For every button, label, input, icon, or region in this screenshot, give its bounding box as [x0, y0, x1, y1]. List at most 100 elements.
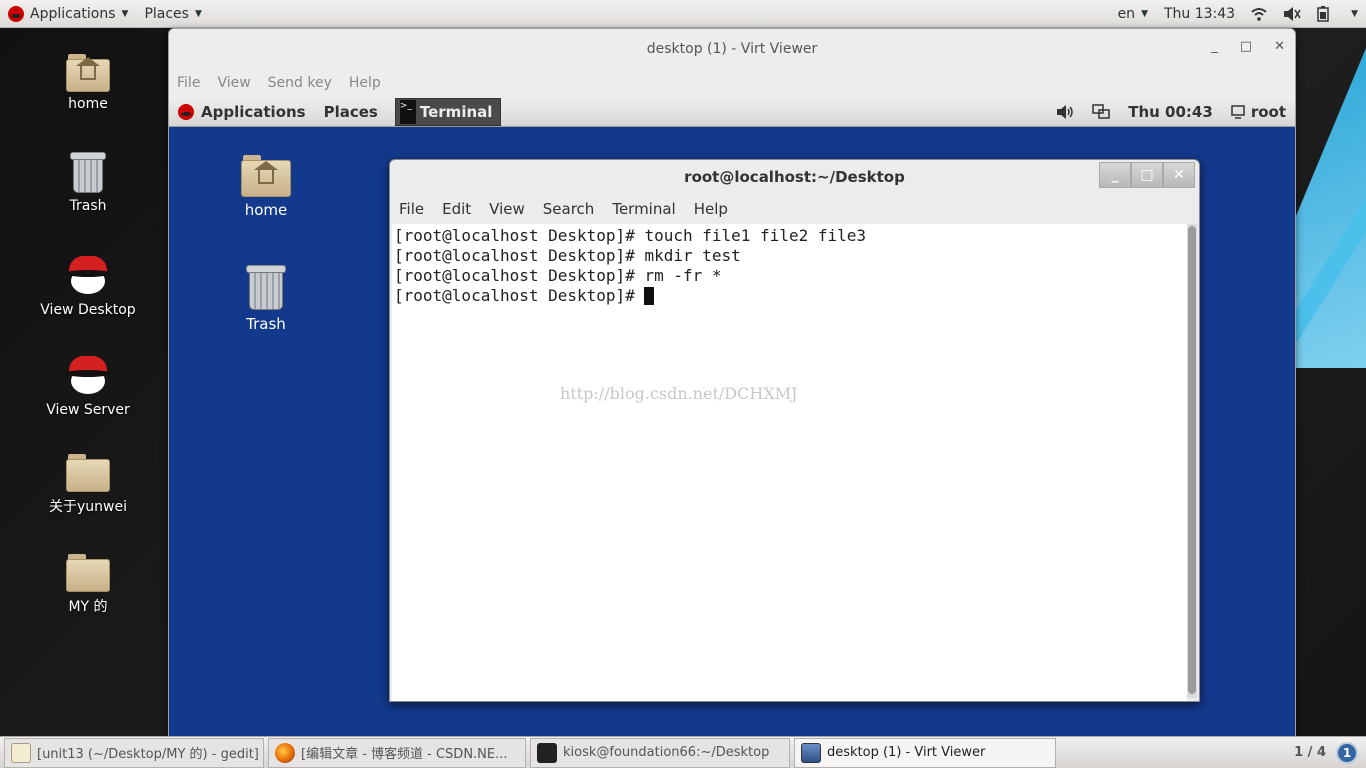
menu-edit[interactable]: Edit: [442, 200, 471, 218]
guest-user-label: root: [1250, 102, 1286, 121]
workspace-switcher[interactable]: 1 / 4 1: [1294, 741, 1358, 764]
chevron-down-icon: ▼: [194, 8, 202, 19]
window-title: desktop (1) - Virt Viewer: [646, 41, 818, 57]
terminal-title: root@localhost:~/Desktop: [684, 168, 905, 186]
workspace-label: 1 / 4: [1294, 745, 1326, 760]
language-indicator[interactable]: en ▼: [1110, 0, 1156, 28]
system-menu[interactable]: ▼: [1337, 0, 1366, 28]
icon-label: View Server: [46, 402, 130, 418]
text-editor-icon: [11, 742, 31, 763]
menu-file[interactable]: File: [399, 200, 424, 218]
close-icon[interactable]: ✕: [1274, 39, 1285, 54]
minimize-icon[interactable]: _: [1211, 39, 1218, 54]
terminal-titlebar[interactable]: root@localhost:~/Desktop _ □ ✕: [390, 160, 1199, 194]
redhat-shadowman-icon: [65, 252, 111, 298]
guest-network-icon[interactable]: [1083, 97, 1119, 127]
task-firefox[interactable]: [编辑文章 - 博客频道 - CSDN.NE...: [268, 737, 526, 768]
task-label: kiosk@foundation66:~/Desktop: [563, 745, 770, 760]
home-folder-icon: [66, 52, 110, 92]
firefox-icon: [275, 742, 295, 763]
watermark: http://blog.csdn.net/DCHXMJ: [560, 384, 798, 403]
close-icon[interactable]: ✕: [1163, 162, 1195, 188]
guest-desktop-icon-trash[interactable]: Trash: [211, 263, 321, 333]
task-label: [unit13 (~/Desktop/MY 的) - gedit]: [37, 747, 259, 762]
guest-user-menu[interactable]: root: [1222, 97, 1295, 127]
guest-screen[interactable]: Applications Places >_ Terminal Thu 00:4…: [169, 97, 1295, 737]
guest-clock-label: Thu 00:43: [1128, 102, 1213, 121]
trash-icon: [246, 263, 286, 311]
trash-icon: [70, 150, 106, 194]
guest-terminal-task[interactable]: >_ Terminal: [394, 97, 502, 126]
host-desktop-icon-view-desktop[interactable]: View Desktop: [28, 252, 148, 318]
host-top-panel: Applications ▼ Places ▼ en ▼ Thu 13:43 ▼: [0, 0, 1366, 28]
task-terminal[interactable]: kiosk@foundation66:~/Desktop: [530, 737, 790, 768]
guest-desktop-icon-home[interactable]: home: [211, 153, 321, 219]
host-clock[interactable]: Thu 13:43: [1156, 0, 1243, 28]
task-label: desktop (1) - Virt Viewer: [827, 745, 986, 760]
terminal-prompt: [root@localhost Desktop]#: [394, 286, 645, 305]
menu-send-key[interactable]: Send key: [268, 75, 332, 91]
guest-terminal-label: Terminal: [419, 102, 493, 121]
host-desktop-icon-yunwei[interactable]: 关于yunwei: [28, 452, 148, 516]
redhat-logo-icon: [8, 5, 24, 22]
host-places-menu[interactable]: Places ▼: [136, 0, 209, 28]
folder-icon: [66, 552, 110, 592]
maximize-icon[interactable]: □: [1240, 39, 1252, 54]
host-desktop-icon-my[interactable]: MY 的: [28, 552, 148, 616]
terminal-prompt-line[interactable]: [root@localhost Desktop]#: [394, 286, 1185, 306]
menu-search[interactable]: Search: [543, 200, 595, 218]
maximize-icon[interactable]: □: [1131, 162, 1163, 188]
host-applications-menu[interactable]: Applications ▼: [0, 0, 136, 28]
terminal-line: [root@localhost Desktop]# mkdir test: [394, 246, 741, 265]
menu-view[interactable]: View: [489, 200, 525, 218]
host-applications-label: Applications: [30, 5, 116, 22]
terminal-window: root@localhost:~/Desktop _ □ ✕ File Edit…: [389, 159, 1200, 702]
host-desktop-icon-home[interactable]: home: [28, 52, 148, 112]
icon-label: View Desktop: [40, 302, 136, 318]
task-gedit[interactable]: [unit13 (~/Desktop/MY 的) - gedit]: [4, 737, 264, 768]
battery-icon[interactable]: [1309, 0, 1337, 28]
host-desktop-icon-view-server[interactable]: View Server: [28, 352, 148, 418]
menu-terminal[interactable]: Terminal: [612, 200, 675, 218]
task-virt-viewer[interactable]: desktop (1) - Virt Viewer: [794, 737, 1056, 768]
language-label: en: [1117, 5, 1136, 22]
guest-places-label: Places: [323, 102, 378, 121]
chevron-down-icon: ▼: [1351, 8, 1358, 19]
menu-view[interactable]: View: [217, 75, 250, 91]
terminal-scrollbar[interactable]: [1187, 224, 1197, 698]
terminal-line: [root@localhost Desktop]# rm -fr *: [394, 266, 722, 285]
wifi-icon[interactable]: [1243, 0, 1275, 28]
menu-help[interactable]: Help: [694, 200, 728, 218]
virt-viewer-titlebar[interactable]: desktop (1) - Virt Viewer _ □ ✕: [169, 29, 1295, 69]
terminal-output[interactable]: [root@localhost Desktop]# touch file1 fi…: [392, 224, 1187, 701]
icon-label: 关于yunwei: [49, 499, 127, 515]
redhat-shadowman-icon: [65, 352, 111, 398]
notification-badge[interactable]: 1: [1336, 741, 1358, 764]
text-cursor: [644, 287, 655, 305]
guest-places-menu[interactable]: Places: [315, 97, 387, 127]
host-taskbar: [unit13 (~/Desktop/MY 的) - gedit] [编辑文章 …: [0, 736, 1366, 768]
virt-viewer-window: desktop (1) - Virt Viewer _ □ ✕ File Vie…: [168, 28, 1296, 738]
icon-label: home: [244, 201, 288, 219]
icon-label: home: [68, 96, 108, 112]
host-places-label: Places: [144, 5, 189, 22]
task-label: [编辑文章 - 博客频道 - CSDN.NE...: [301, 747, 508, 762]
menu-help[interactable]: Help: [349, 75, 381, 91]
user-icon: [1231, 104, 1245, 119]
volume-icon[interactable]: [1275, 0, 1309, 28]
guest-top-panel: Applications Places >_ Terminal Thu 00:4…: [169, 97, 1295, 127]
scrollbar-thumb[interactable]: [1188, 226, 1196, 694]
icon-label: MY 的: [68, 599, 108, 615]
icon-label: Trash: [246, 315, 286, 333]
guest-applications-menu[interactable]: Applications: [169, 97, 315, 127]
guest-applications-label: Applications: [201, 102, 306, 121]
monitor-icon: [801, 742, 821, 763]
host-desktop-icon-trash[interactable]: Trash: [28, 150, 148, 214]
guest-volume-icon[interactable]: [1047, 97, 1083, 127]
chevron-down-icon: ▼: [1141, 8, 1148, 19]
guest-clock[interactable]: Thu 00:43: [1119, 97, 1222, 127]
icon-label: Trash: [69, 198, 107, 214]
folder-icon: [66, 452, 110, 492]
menu-file[interactable]: File: [177, 75, 200, 91]
minimize-icon[interactable]: _: [1099, 162, 1131, 188]
